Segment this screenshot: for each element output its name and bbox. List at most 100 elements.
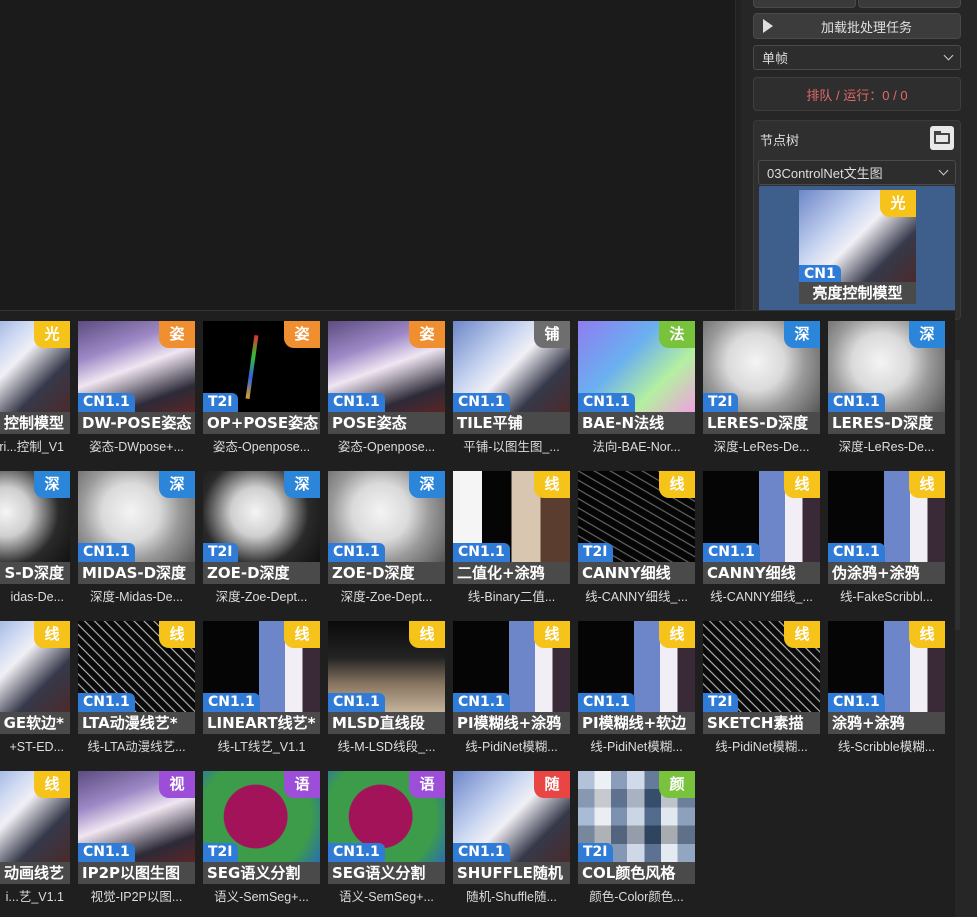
version-tag: CN1.1 xyxy=(453,543,510,562)
category-badge: 姿 xyxy=(409,321,445,348)
model-card[interactable]: 深 CN1.1 LERES-D深度 深度-LeRes-De... xyxy=(828,321,945,464)
model-card-subtitle: ri...控制_V1 xyxy=(0,440,64,454)
category-badge: 语 xyxy=(284,771,320,798)
node-tree-preview[interactable]: 光 CN1 亮度控制模型 xyxy=(759,186,955,316)
model-card[interactable]: 视 CN1.1 IP2P以图生图 视觉-IP2P以图... xyxy=(78,771,195,914)
model-card[interactable]: 线 CN1.1 PI模糊线+涂鸦 线-PidiNet模糊... xyxy=(453,621,570,764)
model-card[interactable]: 深 T2I LERES-D深度 深度-LeRes-De... xyxy=(703,321,820,464)
category-badge: 深 xyxy=(909,321,945,348)
version-tag: CN1.1 xyxy=(453,693,510,712)
model-card-title: 涂鸦+涂鸦 xyxy=(828,712,945,734)
category-badge: 光 xyxy=(34,321,70,348)
model-card[interactable]: 线 CN1.1 PI模糊线+软边 线-PidiNet模糊... xyxy=(578,621,695,764)
model-thumbnail: 颜 T2I xyxy=(578,771,695,862)
model-thumbnail: 深 CN1.1 xyxy=(78,471,195,562)
node-tree-select-value: 03ControlNet文生图 xyxy=(767,166,883,181)
model-thumbnail: 线 CN1.1 xyxy=(78,621,195,712)
model-thumbnail: 线 CN1.1 xyxy=(328,621,445,712)
model-card[interactable]: 线动画线艺 i...艺_V1.1 xyxy=(0,771,70,914)
model-card[interactable]: 颜 T2I COL颜色风格 颜色-Color颜色... xyxy=(578,771,695,914)
model-card[interactable]: 姿 CN1.1 DW-POSE姿态姿态-DWpose+... xyxy=(78,321,195,464)
model-card-title: LERES-D深度 xyxy=(703,412,820,434)
model-thumbnail: 姿 T2I xyxy=(203,321,320,412)
node-tree-select[interactable]: 03ControlNet文生图 xyxy=(758,160,956,185)
model-card[interactable]: 深 S-D深度 idas-De... xyxy=(0,471,70,614)
model-card[interactable]: 深 CN1.1 ZOE-D深度 深度-Zoe-Dept... xyxy=(328,471,445,614)
version-tag: CN1.1 xyxy=(453,843,510,862)
model-thumbnail: 线 CN1.1 xyxy=(828,621,945,712)
category-badge: 颜 xyxy=(659,771,695,798)
model-card-subtitle: 线-PidiNet模糊... xyxy=(715,740,808,754)
category-badge: 线 xyxy=(909,621,945,648)
model-card-title: 伪涂鸦+涂鸦 xyxy=(828,562,945,584)
model-card-title: DW-POSE姿态 xyxy=(78,412,195,434)
model-card-subtitle: 线-PidiNet模糊... xyxy=(465,740,558,754)
category-badge: 深 xyxy=(409,471,445,498)
model-card[interactable]: 线 CN1.1 二值化+涂鸦 线-Binary二值... xyxy=(453,471,570,614)
model-card-title: LINEART线艺* xyxy=(203,712,320,734)
model-card[interactable]: 法 CN1.1 BAE-N法线 法向-BAE-Nor... xyxy=(578,321,695,464)
node-tree-title: 节点树 xyxy=(760,133,800,148)
model-card[interactable]: 深 CN1.1 MIDAS-D深度 深度-Midas-De... xyxy=(78,471,195,614)
preview-caption: 亮度控制模型 xyxy=(799,282,916,304)
model-card[interactable]: 线 T2I SKETCH素描 线-PidiNet模糊... xyxy=(703,621,820,764)
category-badge: 线 xyxy=(34,621,70,648)
model-card[interactable]: 线 CN1.1 LINEART线艺* 线-LT线艺_V1.1 xyxy=(203,621,320,764)
load-batch-label: 加载批处理任务 xyxy=(820,19,912,35)
model-card-subtitle: +ST-ED... xyxy=(9,740,64,754)
category-badge: 姿 xyxy=(159,321,195,348)
model-thumbnail: 线 CN1.1 xyxy=(703,471,820,562)
category-badge: 法 xyxy=(659,321,695,348)
version-tag: T2I xyxy=(578,543,613,562)
model-thumbnail: 线 CN1.1 xyxy=(578,621,695,712)
category-badge: 姿 xyxy=(284,321,320,348)
model-card-title: ZOE-D深度 xyxy=(328,562,445,584)
model-thumbnail: 光 xyxy=(0,321,70,412)
model-card[interactable]: 随 CN1.1 SHUFFLE随机 随机-Shuffle随... xyxy=(453,771,570,914)
category-badge: 线 xyxy=(659,621,695,648)
model-card-title: TILE平铺 xyxy=(453,412,570,434)
model-card[interactable]: 线 CN1.1 涂鸦+涂鸦 线-Scribble模糊... xyxy=(828,621,945,764)
version-tag: T2I xyxy=(203,543,238,562)
model-card-title: CANNY细线 xyxy=(703,562,820,584)
category-badge: 线 xyxy=(659,471,695,498)
model-card[interactable]: 铺 CN1.1 TILE平铺 平铺-以图生图_... xyxy=(453,321,570,464)
model-thumbnail: 线 CN1.1 xyxy=(203,621,320,712)
version-tag: T2I xyxy=(703,693,738,712)
model-card[interactable]: 线 CN1.1 CANNY细线 线-CANNY细线_... xyxy=(703,471,820,614)
model-card[interactable]: 光控制模型 ri...控制_V1 xyxy=(0,321,70,464)
model-card-subtitle: 线-M-LSD线段_... xyxy=(337,740,436,754)
model-thumbnail: 姿 CN1.1 xyxy=(78,321,195,412)
model-card[interactable]: 线 CN1.1 LTA动漫线艺* 线-LTA动漫线艺... xyxy=(78,621,195,764)
model-thumbnail: 线 T2I xyxy=(703,621,820,712)
model-thumbnail: 深 xyxy=(0,471,70,562)
model-card[interactable]: 姿 CN1.1 POSE姿态 姿态-Openpose... xyxy=(328,321,445,464)
frame-mode-select[interactable]: 单帧 xyxy=(753,45,961,70)
model-card[interactable]: 线 CN1.1 伪涂鸦+涂鸦 线-FakeScribbl... xyxy=(828,471,945,614)
version-tag: CN1.1 xyxy=(328,543,385,562)
model-card-subtitle: 深度-Zoe-Dept... xyxy=(215,590,308,604)
model-card[interactable]: 语 T2I SEG语义分割 语义-SemSeg+... xyxy=(203,771,320,914)
category-badge: 线 xyxy=(284,621,320,648)
load-batch-button[interactable]: 加载批处理任务 xyxy=(753,13,961,39)
model-card[interactable]: 姿 T2I OP+POSE姿态 姿态-Openpose... xyxy=(203,321,320,464)
model-card[interactable]: 线 CN1.1 MLSD直线段线-M-LSD线段_... xyxy=(328,621,445,764)
model-thumbnail: 线 CN1.1 xyxy=(828,471,945,562)
node-editor-canvas[interactable] xyxy=(0,0,735,310)
top-button-right[interactable] xyxy=(858,0,961,8)
model-card[interactable]: 深 T2I ZOE-D深度 深度-Zoe-Dept... xyxy=(203,471,320,614)
top-button-left[interactable] xyxy=(753,0,856,8)
model-thumbnail: 线 xyxy=(0,771,70,862)
open-folder-button[interactable] xyxy=(930,126,954,150)
model-card-title: MLSD直线段 xyxy=(328,712,445,734)
model-card-title: IP2P以图生图 xyxy=(78,862,195,884)
model-card-title: S-D深度 xyxy=(0,562,70,584)
model-card[interactable]: 线 T2I CANNY细线 线-CANNY细线_... xyxy=(578,471,695,614)
model-thumbnail: 法 CN1.1 xyxy=(578,321,695,412)
category-badge: 线 xyxy=(784,471,820,498)
model-card[interactable]: 语 CN1.1 SEG语义分割 语义-SemSeg+... xyxy=(328,771,445,914)
model-thumbnail: 深 CN1.1 xyxy=(828,321,945,412)
model-card-title: MIDAS-D深度 xyxy=(78,562,195,584)
model-card[interactable]: 线 GE软边* +ST-ED... xyxy=(0,621,70,764)
model-card-subtitle: 姿态-DWpose+... xyxy=(89,440,184,454)
